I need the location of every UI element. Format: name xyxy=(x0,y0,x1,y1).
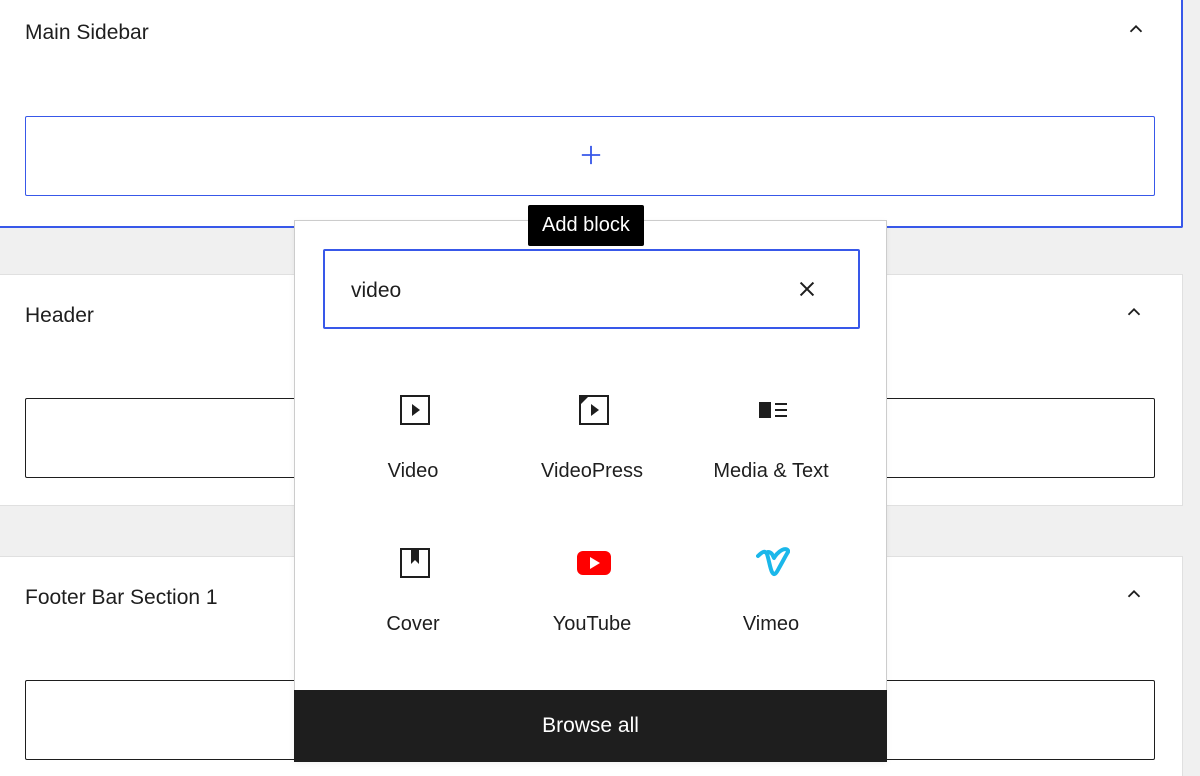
vimeo-icon xyxy=(756,547,790,577)
block-label: Cover xyxy=(386,613,440,635)
widget-area-title[interactable]: Footer Bar Section 1 xyxy=(25,585,218,611)
add-block-tooltip: Add block xyxy=(528,205,644,246)
block-inserter-popover: video Video VideoPress Media & Text Cove… xyxy=(294,220,887,762)
widget-area-title[interactable]: Header xyxy=(25,303,94,329)
chevron-up-icon[interactable] xyxy=(1123,301,1145,323)
block-label: Vimeo xyxy=(742,613,800,635)
block-item-youtube[interactable]: YouTube xyxy=(502,534,682,654)
youtube-icon xyxy=(577,551,611,575)
video-icon xyxy=(400,395,430,425)
add-block-appender[interactable] xyxy=(25,116,1155,196)
block-item-media-text[interactable]: Media & Text xyxy=(681,381,861,501)
block-label: VideoPress xyxy=(541,460,643,482)
block-label: Media & Text xyxy=(713,460,829,482)
search-value[interactable]: video xyxy=(351,278,401,304)
media-text-icon xyxy=(759,402,787,418)
block-item-cover[interactable]: Cover xyxy=(323,534,503,654)
plus-icon xyxy=(581,145,601,165)
block-label: YouTube xyxy=(552,613,632,635)
chevron-up-icon[interactable] xyxy=(1125,18,1147,40)
block-item-video[interactable]: Video xyxy=(323,381,503,501)
block-label: Video xyxy=(387,460,439,482)
cover-icon xyxy=(400,548,430,578)
widget-area-title[interactable]: Main Sidebar xyxy=(25,20,149,46)
block-item-videopress[interactable]: VideoPress xyxy=(502,381,682,501)
chevron-up-icon[interactable] xyxy=(1123,583,1145,605)
block-item-vimeo[interactable]: Vimeo xyxy=(681,534,861,654)
browse-all-button[interactable]: Browse all xyxy=(294,690,887,762)
close-icon[interactable] xyxy=(796,278,818,300)
videopress-icon xyxy=(579,395,609,425)
block-search-input[interactable]: video xyxy=(323,249,860,329)
widget-area-main-sidebar: Main Sidebar xyxy=(0,0,1183,228)
